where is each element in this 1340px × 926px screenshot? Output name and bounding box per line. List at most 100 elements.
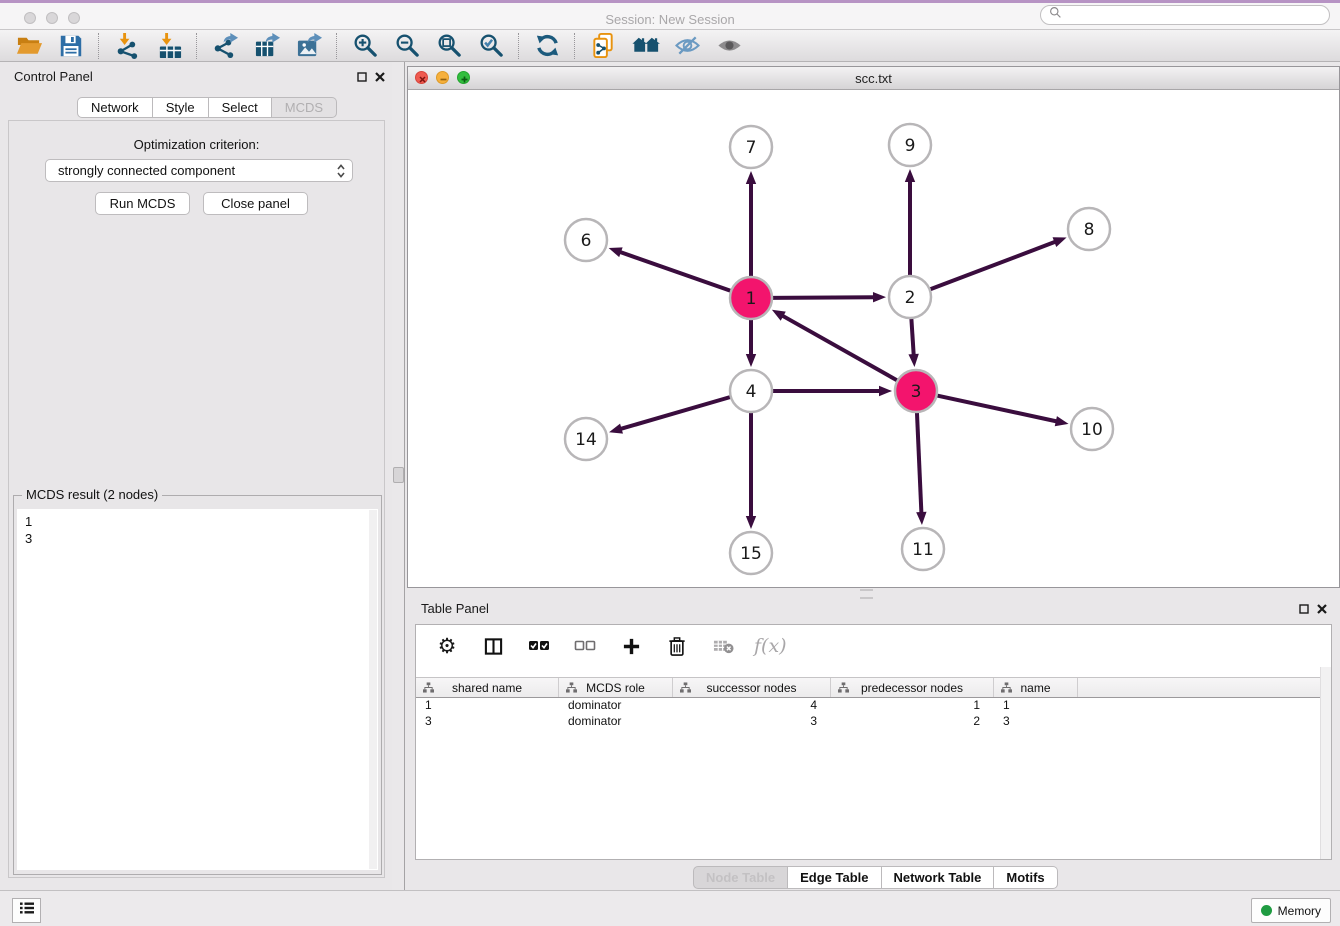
- tree-icon: [423, 682, 434, 696]
- float-panel-icon[interactable]: [354, 69, 370, 85]
- graph-edge-1-7[interactable]: [746, 171, 756, 277]
- column-header-predecessor-nodes[interactable]: predecessor nodes: [831, 678, 994, 697]
- toolbar-separator: [518, 33, 520, 59]
- split-columns-icon[interactable]: [474, 631, 512, 661]
- toolbar-separator: [336, 33, 338, 59]
- export-network-icon[interactable]: [204, 31, 246, 61]
- tab-edge-table[interactable]: Edge Table: [788, 866, 881, 889]
- table-row-2[interactable]: 3dominator323: [416, 713, 1321, 729]
- run-mcds-button[interactable]: Run MCDS: [95, 192, 190, 215]
- graph-edge-2-8[interactable]: [930, 237, 1067, 289]
- zoom-out-icon[interactable]: [386, 31, 428, 61]
- memory-label: Memory: [1278, 904, 1321, 918]
- close-panel-icon[interactable]: [372, 69, 388, 85]
- table-scrollbar[interactable]: [1320, 667, 1331, 859]
- tab-node-table[interactable]: Node Table: [693, 866, 788, 889]
- graph-node-15[interactable]: 15: [730, 532, 772, 574]
- deselect-all-icon[interactable]: [566, 631, 604, 661]
- graph-node-10[interactable]: 10: [1071, 408, 1113, 450]
- column-header-shared-name[interactable]: shared name: [416, 678, 559, 697]
- memory-status-icon: [1261, 905, 1272, 916]
- refresh-icon[interactable]: [526, 31, 568, 61]
- graph-edge-3-10[interactable]: [937, 395, 1069, 426]
- graph-edge-2-9[interactable]: [905, 169, 915, 276]
- tree-icon: [838, 682, 849, 696]
- eye-hide-icon[interactable]: [666, 31, 708, 61]
- add-icon[interactable]: [612, 631, 650, 661]
- graph-node-6[interactable]: 6: [565, 219, 607, 261]
- graph-node-7[interactable]: 7: [730, 126, 772, 168]
- node-table-panel: ⚙ f(x) shared nameMCDS rolesuccessor node…: [415, 624, 1332, 860]
- trash-icon[interactable]: [658, 631, 696, 661]
- graph-edge-3-11[interactable]: [916, 412, 926, 525]
- column-header-mcds-role[interactable]: MCDS role: [559, 678, 673, 697]
- search-icon: [1049, 6, 1062, 24]
- optimization-dropdown[interactable]: strongly connected component: [45, 159, 353, 182]
- graph-node-11[interactable]: 11: [902, 528, 944, 570]
- close-table-panel-icon[interactable]: [1314, 601, 1330, 617]
- home-houses-icon[interactable]: [624, 31, 666, 61]
- graph-node-3[interactable]: 3: [895, 370, 937, 412]
- toolbar-separator: [574, 33, 576, 59]
- control-panel-tabs: NetworkStyleSelectMCDS: [77, 97, 337, 118]
- graph-edge-4-14[interactable]: [609, 397, 731, 434]
- gear-icon[interactable]: ⚙: [428, 631, 466, 661]
- save-icon[interactable]: [50, 31, 92, 61]
- export-image-icon[interactable]: [288, 31, 330, 61]
- result-scrollbar[interactable]: [369, 510, 377, 869]
- cell-predecessor-nodes: 2: [831, 713, 994, 729]
- graph-node-9[interactable]: 9: [889, 124, 931, 166]
- graph-edge-3-1[interactable]: [772, 310, 898, 381]
- export-table-icon[interactable]: [246, 31, 288, 61]
- graph-node-4[interactable]: 4: [730, 370, 772, 412]
- network-canvas[interactable]: 1 2 3 4 6 7 8 9 10 11 14 15: [408, 89, 1339, 587]
- tab-network[interactable]: Network: [77, 97, 153, 118]
- graph-node-2[interactable]: 2: [889, 276, 931, 318]
- column-header-successor-nodes[interactable]: successor nodes: [673, 678, 831, 697]
- graph-node-1[interactable]: 1: [730, 277, 772, 319]
- graph-edge-4-15[interactable]: [746, 412, 756, 529]
- svg-text:6: 6: [581, 231, 592, 251]
- splitter-grip[interactable]: [393, 467, 404, 483]
- select-all-icon[interactable]: [520, 631, 558, 661]
- tab-select[interactable]: Select: [209, 97, 272, 118]
- table-row-1[interactable]: 1dominator411: [416, 697, 1321, 713]
- delete-table-icon: [704, 631, 742, 661]
- zoom-selected-icon[interactable]: [470, 31, 512, 61]
- tree-icon: [1001, 682, 1012, 696]
- import-network-icon[interactable]: [106, 31, 148, 61]
- graph-edge-1-6[interactable]: [609, 247, 732, 291]
- graph-edge-2-3[interactable]: [908, 318, 918, 367]
- close-panel-button[interactable]: Close panel: [203, 192, 308, 215]
- tree-icon: [566, 682, 577, 696]
- tab-motifs[interactable]: Motifs: [994, 866, 1057, 889]
- duplicate-network-icon[interactable]: [582, 31, 624, 61]
- tab-mcds[interactable]: MCDS: [272, 97, 337, 118]
- column-label: predecessor nodes: [861, 681, 963, 695]
- graph-node-14[interactable]: 14: [565, 418, 607, 460]
- graph-node-8[interactable]: 8: [1068, 208, 1110, 250]
- graph-edge-1-2[interactable]: [772, 292, 886, 302]
- tab-network-table[interactable]: Network Table: [882, 866, 995, 889]
- memory-button[interactable]: Memory: [1251, 898, 1331, 923]
- graph-edge-4-3[interactable]: [772, 386, 892, 396]
- tab-style[interactable]: Style: [153, 97, 209, 118]
- fx-icon: f(x): [750, 631, 791, 661]
- graph-edge-1-4[interactable]: [746, 319, 756, 367]
- search-input[interactable]: [1067, 7, 1329, 23]
- panel-splitter[interactable]: [392, 62, 405, 890]
- eye-show-icon[interactable]: [708, 31, 750, 61]
- zoom-in-icon[interactable]: [344, 31, 386, 61]
- zoom-fit-icon[interactable]: [428, 31, 470, 61]
- network-window-titlebar[interactable]: scc.txt: [408, 67, 1339, 90]
- open-folder-icon[interactable]: [8, 31, 50, 61]
- cell-successor-nodes: 4: [673, 697, 831, 713]
- search-box[interactable]: [1040, 5, 1330, 25]
- column-header-name[interactable]: name: [994, 678, 1078, 697]
- float-table-panel-icon[interactable]: [1296, 601, 1312, 617]
- mcds-result-text[interactable]: 1 3: [17, 509, 378, 870]
- import-table-icon[interactable]: [148, 31, 190, 61]
- table-panel-title: Table Panel: [421, 601, 489, 616]
- task-history-button[interactable]: [12, 898, 41, 923]
- mcds-tab-content: Optimization criterion: strongly connect…: [8, 120, 385, 878]
